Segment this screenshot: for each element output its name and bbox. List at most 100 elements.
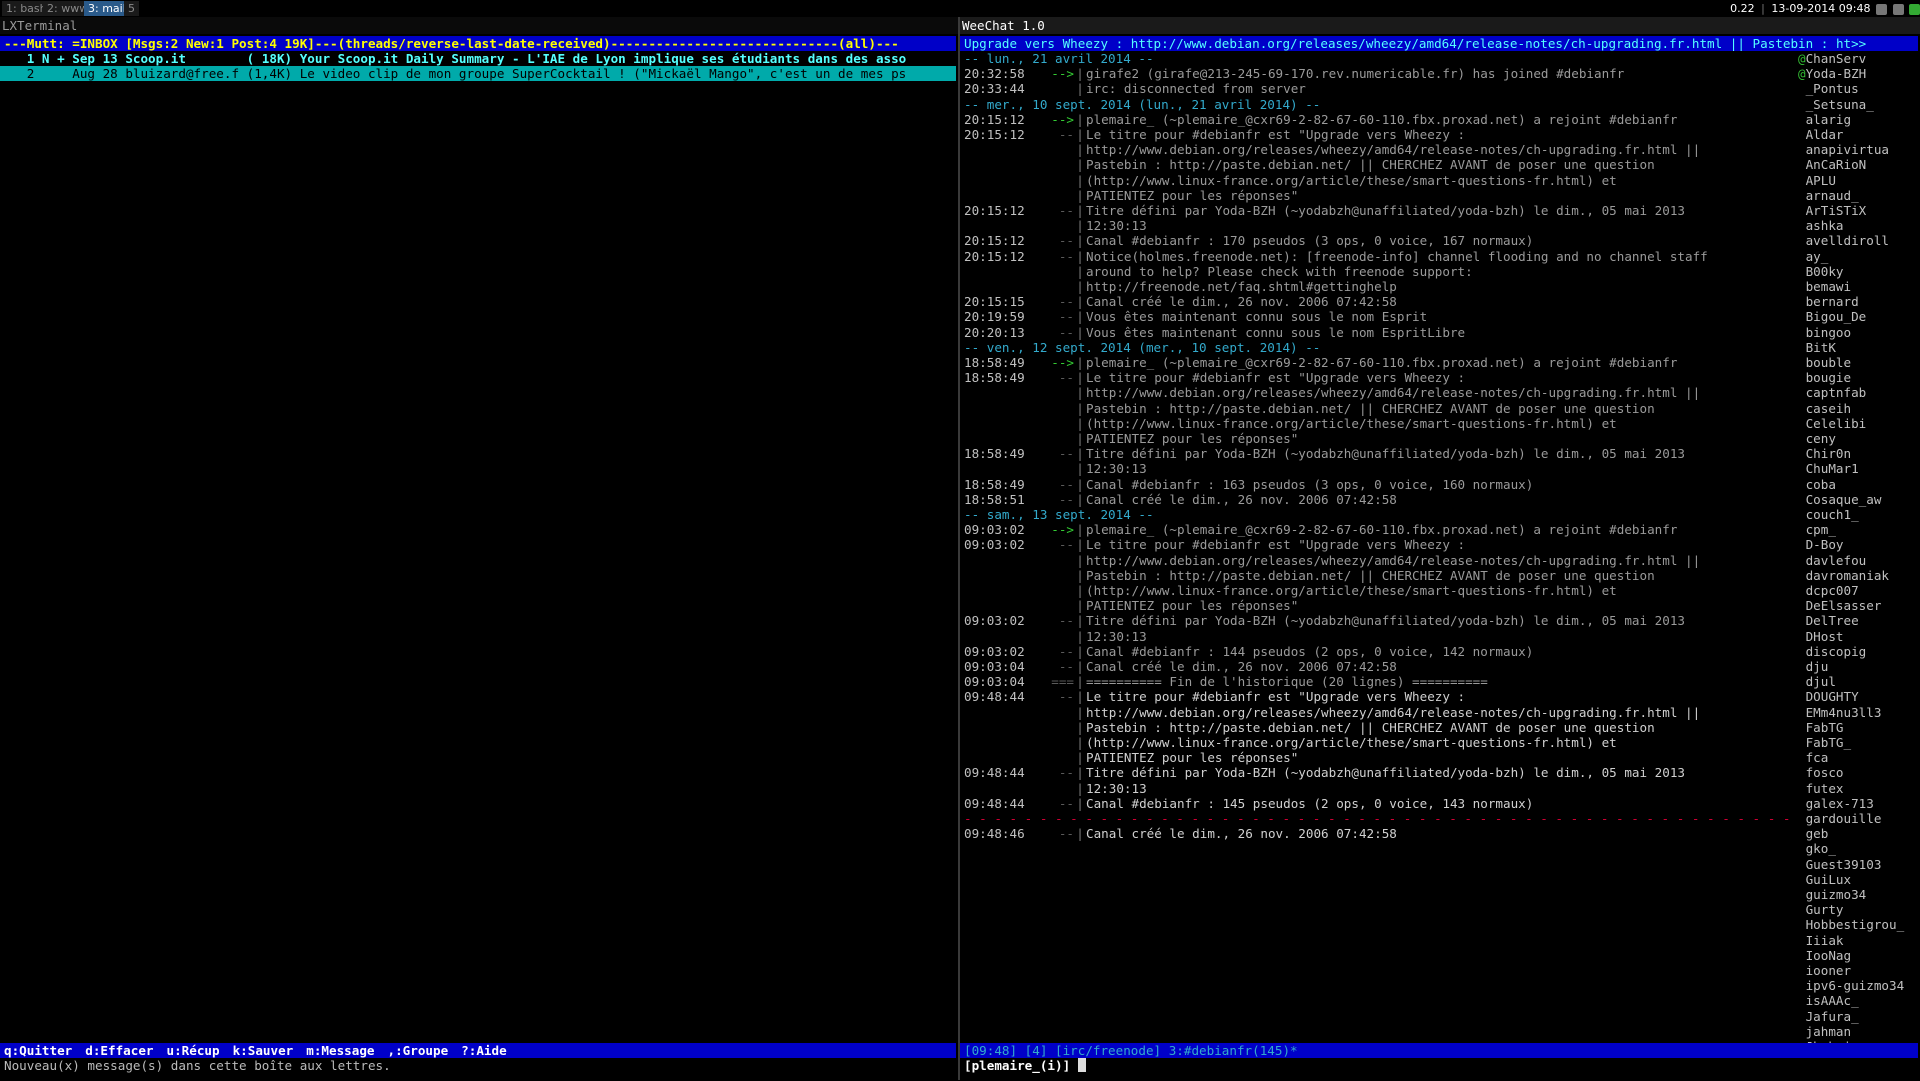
prefix-separator: | [1076,674,1084,690]
nick-item[interactable]: iooner [1798,963,1852,978]
nick-name: AnCaRioN [1805,157,1867,173]
nick-item[interactable]: FabTG_ [1798,735,1852,750]
volume-icon[interactable] [1892,3,1904,15]
nick-item[interactable]: Hobbestigrou_ [1798,917,1905,932]
nick-list[interactable]: @ChanServ @Yoda-BZH _Pontus _Setsuna_ ala… [1798,51,1920,1061]
nick-item[interactable]: dju [1798,659,1829,674]
nick-item[interactable]: arnaud_ [1798,188,1859,203]
nick-item[interactable]: galex-713 [1798,796,1874,811]
nick-item[interactable]: caseih [1798,401,1852,416]
nick-item[interactable]: gardouille [1798,811,1882,826]
message-row[interactable]: 1 N + Sep 13 Scoop.it ( 18K) Your Scoop.… [0,51,956,66]
nick-item[interactable]: alarig [1798,112,1852,127]
nick-item[interactable]: IooNag [1798,948,1852,963]
nick-item[interactable]: captnfab [1798,385,1867,400]
nick-item[interactable]: ashka [1798,218,1844,233]
nick-item[interactable]: D-Boy [1798,537,1844,552]
nick-item[interactable]: ipv6-guizmo34 [1798,978,1905,993]
help-item: u:Récup [166,1043,220,1058]
nick-item[interactable]: geb [1798,826,1829,841]
nick-item[interactable]: Celelibi [1798,416,1867,431]
nick-item[interactable]: ay_ [1798,249,1829,264]
nick-name: gko_ [1805,841,1836,857]
nick-item[interactable]: FabTG [1798,720,1844,735]
nick-item[interactable]: EMm4nu3ll3 [1798,705,1882,720]
chat-line: | http://www.debian.org/releases/wheezy/a… [964,705,1794,720]
nick-item[interactable]: BitK [1798,340,1836,355]
mutt-pane[interactable]: ---Mutt: =INBOX [Msgs:2 New:1 Post:4 19K… [0,36,958,1080]
nick-item[interactable]: DHost [1798,629,1844,644]
nick-item[interactable]: _Pontus [1798,81,1859,96]
nick-item[interactable]: jahman [1798,1024,1852,1039]
battery-icon[interactable] [1876,3,1887,15]
nick-item[interactable]: AnCaRioN [1798,157,1867,173]
nick-item[interactable]: ChuMar1 [1798,461,1859,476]
help-item: q:Quitter [4,1043,73,1058]
nick-item[interactable]: GuiLux [1798,872,1852,887]
message-prefix: -- [1058,233,1074,249]
nick-item[interactable]: DOUGHTY [1798,689,1859,704]
nick-name: Gurty [1805,902,1844,918]
weechat-input-bar[interactable]: [plemaire_(i)] [960,1058,1918,1073]
nick-item[interactable]: Aldar [1798,127,1844,142]
taskbar-tab[interactable]: 3: mail [84,1,130,16]
message-time: 20:19:59 [964,309,1025,325]
taskbar-tab[interactable]: 5 [124,1,139,16]
op-prefix [1798,613,1806,628]
message-time: 20:32:58 [964,66,1025,82]
nick-item[interactable]: fosco [1798,765,1844,780]
nick-item[interactable]: cpm_ [1798,522,1836,537]
nick-item[interactable]: dcpc007 [1798,583,1859,598]
op-prefix [1798,355,1806,370]
nick-item[interactable]: @ChanServ [1798,51,1866,66]
nick-item[interactable]: Iiiak [1798,933,1844,948]
nick-item[interactable]: coba [1798,477,1836,492]
nick-name: arnaud_ [1805,187,1859,203]
prefix-separator: | [1076,324,1084,340]
nick-item[interactable]: B00ky [1798,264,1844,279]
message-text: Canal #debianfr : 163 pseudos (3 ops, 0 … [1086,476,1534,492]
nick-item[interactable]: anapivirtua [1798,142,1889,157]
message-prefix: -- [1058,309,1074,325]
message-row-selected[interactable]: 2 Aug 28 bluizard@free.f (1,4K) Le video… [0,66,956,81]
nick-item[interactable]: Bigou_De [1798,309,1867,324]
nick-name: guizmo34 [1805,887,1867,902]
nick-item[interactable]: couch1_ [1798,507,1859,522]
nick-item[interactable]: Jafura_ [1798,1009,1859,1024]
nick-item[interactable]: @Yoda-BZH [1798,66,1866,81]
nick-item[interactable]: Cosaque_aw [1798,492,1882,507]
nick-item[interactable]: bingoo [1798,325,1852,340]
nick-item[interactable]: bernard [1798,294,1859,309]
nick-item[interactable]: bemawi [1798,279,1852,294]
nick-item[interactable]: ceny [1798,431,1836,446]
chat-line: | Pastebin : http://paste.debian.net/ || … [964,568,1794,583]
network-icon[interactable] [1909,3,1920,15]
nick-item[interactable]: futex [1798,781,1844,796]
nick-item[interactable]: bouble [1798,355,1852,370]
nick-item[interactable]: davlefou [1798,553,1867,568]
nick-item[interactable]: APLU [1798,173,1836,188]
nick-item[interactable]: isAAAc_ [1798,993,1859,1008]
nick-item[interactable]: avelldiroll [1798,233,1889,248]
nick-item[interactable]: ArTiSTiX [1798,203,1867,218]
nick-item[interactable]: Guest39103 [1798,857,1882,872]
chat-buffer[interactable]: -- lun., 21 avril 2014 -- 20:32:58 --> | gir… [960,51,1790,1081]
nick-item[interactable]: davromaniak [1798,568,1889,583]
nick-item[interactable]: DelTree [1798,613,1859,628]
nick-item[interactable]: DeElsasser [1798,598,1882,613]
nick-item[interactable]: fca [1798,750,1829,765]
mutt-help-bar: q:Quitter d:Effacer u:Récup k:Sauver m:Messa… [0,1043,956,1058]
op-prefix [1798,249,1806,264]
nick-item[interactable]: Gurty [1798,902,1844,917]
message-text: http://freenode.net/faq.shtml#gettinghel… [1086,279,1397,294]
nick-item[interactable]: _Setsuna_ [1798,97,1874,112]
weechat-pane[interactable]: Upgrade vers Wheezy : http://www.debian.… [960,34,1920,1080]
clock[interactable]: 13-09-2014 09:48 [1771,0,1870,17]
nick-item[interactable]: guizmo34 [1798,887,1867,902]
nick-item[interactable]: djul [1798,674,1836,689]
nick-item[interactable]: Chir0n [1798,446,1852,461]
nick-item[interactable]: bougie [1798,370,1852,385]
nick-item[interactable]: gko_ [1798,841,1836,856]
help-item: ,:Groupe [387,1043,449,1058]
nick-item[interactable]: discopig [1798,644,1867,659]
